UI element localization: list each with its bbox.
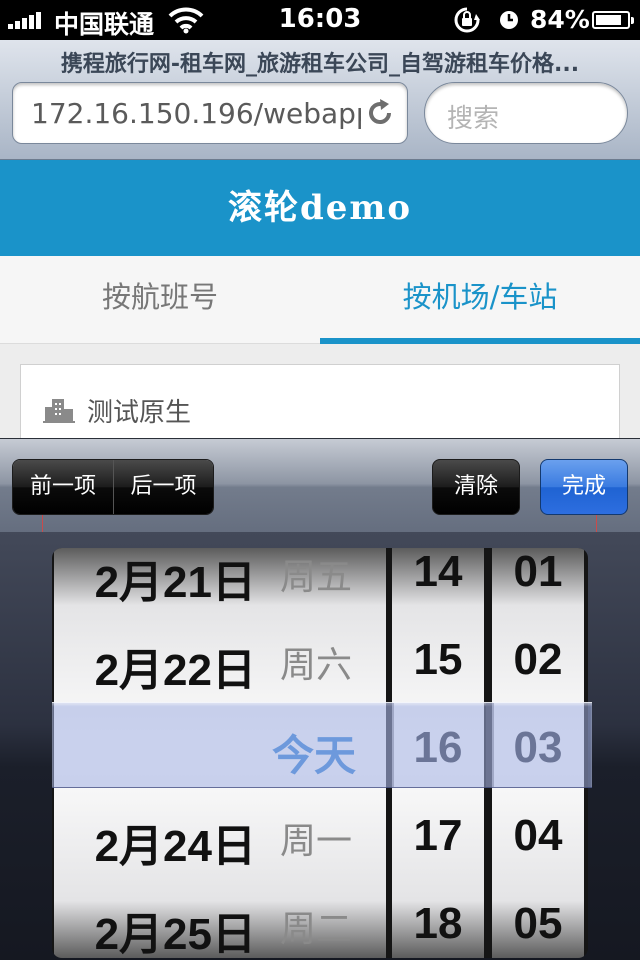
- hour-option[interactable]: 17: [392, 792, 484, 880]
- date-option[interactable]: 2月22日 周六: [54, 616, 386, 704]
- hour-option[interactable]: 18: [392, 880, 484, 958]
- tab-flight-number[interactable]: 按航班号: [0, 256, 320, 343]
- url-field[interactable]: 172.16.150.196/webapp: [12, 82, 408, 144]
- keyboard-accessory-bar: 前一项 后一项 清除 完成: [0, 438, 640, 533]
- tab-bar: 按航班号 按机场/车站: [0, 256, 640, 344]
- tab-airport-station[interactable]: 按机场/车站: [320, 256, 640, 344]
- url-text: 172.16.150.196/webapp: [31, 97, 361, 130]
- date-option-selected[interactable]: 今天: [54, 704, 386, 792]
- hour-option-selected[interactable]: 16: [392, 704, 484, 792]
- search-placeholder: 搜索: [447, 104, 500, 134]
- date-option-weekday: 周六: [280, 645, 353, 686]
- datetime-picker: 2月21日 周五 2月22日 周六 今天 2月24日 周一 2月25日 周二 14 15 16 17 1…: [0, 532, 640, 960]
- battery-fill: [596, 15, 621, 25]
- app-header: 滚轮demo: [0, 160, 640, 256]
- date-option-date: 2月21日: [94, 558, 256, 607]
- battery-icon: [592, 11, 634, 29]
- clear-button[interactable]: 清除: [432, 459, 520, 515]
- date-option[interactable]: 2月25日 周二: [54, 880, 386, 958]
- field-label: 测试原生: [87, 398, 192, 428]
- previous-button[interactable]: 前一项: [13, 460, 113, 514]
- date-option-label: 今天: [271, 731, 356, 780]
- alarm-icon: [500, 11, 518, 29]
- date-option-weekday: 周五: [280, 557, 353, 598]
- search-field[interactable]: 搜索: [424, 82, 628, 144]
- minute-option[interactable]: 05: [492, 880, 584, 958]
- minute-option-selected[interactable]: 03: [492, 704, 584, 792]
- date-wheel[interactable]: 2月21日 周五 2月22日 周六 今天 2月24日 周一 2月25日 周二: [54, 548, 386, 958]
- minute-option[interactable]: 01: [492, 548, 584, 616]
- picker-frame: 2月21日 周五 2月22日 周六 今天 2月24日 周一 2月25日 周二 14 15 16 17 1…: [52, 548, 588, 958]
- date-option[interactable]: 2月21日 周五: [54, 548, 386, 616]
- date-option[interactable]: 2月24日 周一: [54, 792, 386, 880]
- prev-next-control: 前一项 后一项: [12, 459, 214, 515]
- hour-wheel[interactable]: 14 15 16 17 18: [392, 548, 484, 958]
- date-option-weekday: 周二: [280, 909, 353, 950]
- content-area: 测试原生: [0, 344, 640, 464]
- date-option-date: 2月24日: [94, 822, 256, 871]
- browser-toolbar: 携程旅行网-租车网_旅游租车公司_自驾游租车价格... 172.16.150.1…: [0, 40, 640, 160]
- battery-percent: 84%: [530, 5, 590, 34]
- reload-icon[interactable]: [363, 96, 397, 130]
- hour-option[interactable]: 14: [392, 548, 484, 616]
- minute-option[interactable]: 02: [492, 616, 584, 704]
- hour-option[interactable]: 15: [392, 616, 484, 704]
- rotation-lock-icon: [454, 7, 480, 33]
- building-icon: [43, 399, 75, 423]
- status-bar: 中国联通 16:03 84%: [0, 0, 640, 40]
- minute-option[interactable]: 04: [492, 792, 584, 880]
- next-button[interactable]: 后一项: [113, 460, 213, 514]
- date-option-weekday: 周一: [280, 821, 353, 862]
- date-option-date: 2月25日: [94, 910, 256, 958]
- page-title: 携程旅行网-租车网_旅游租车公司_自驾游租车价格...: [60, 52, 580, 77]
- minute-wheel[interactable]: 01 02 03 04 05: [492, 548, 584, 958]
- header-title: 滚轮demo: [227, 188, 413, 228]
- date-option-date: 2月22日: [94, 646, 256, 695]
- done-button[interactable]: 完成: [540, 459, 628, 515]
